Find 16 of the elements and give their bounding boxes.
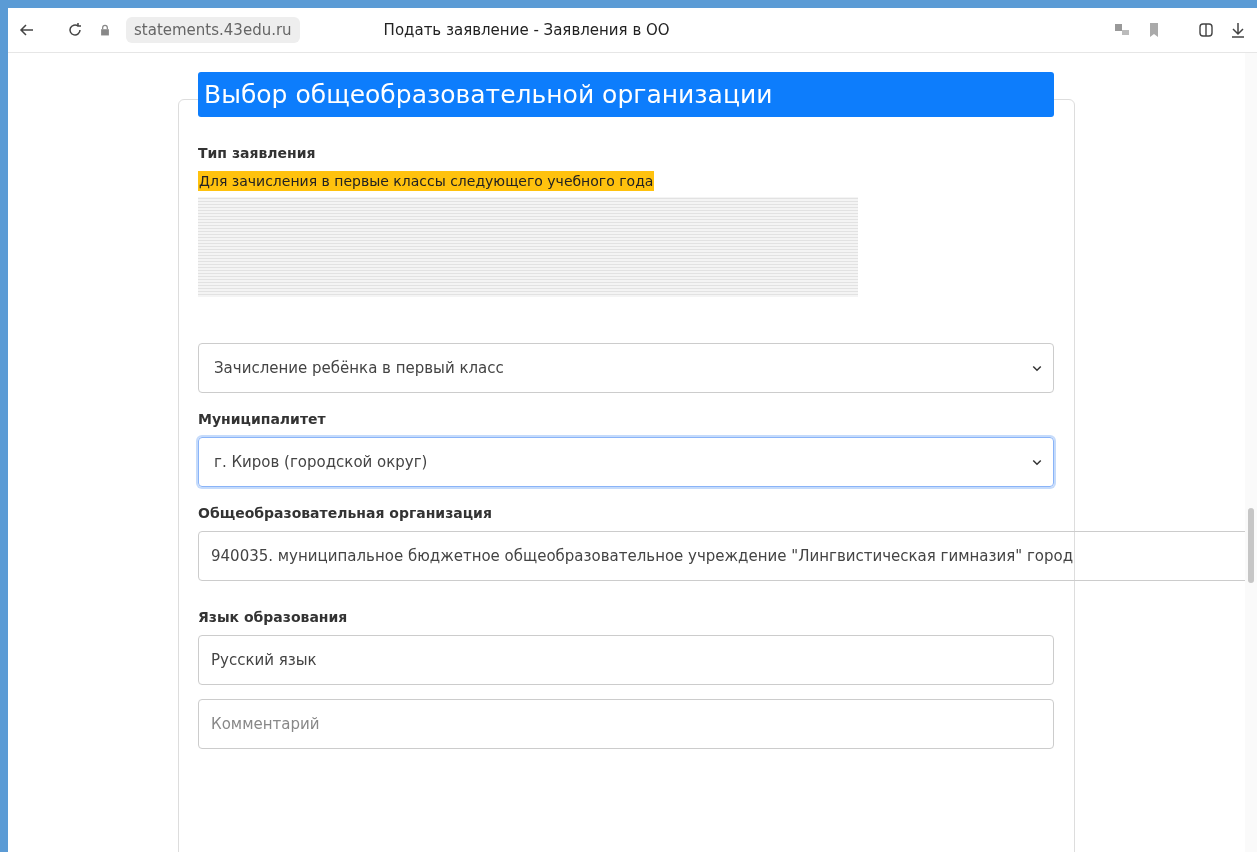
field-label: Общеобразовательная организация	[198, 505, 493, 521]
kind-select[interactable]: Зачисление ребёнка в первый класс	[198, 343, 1054, 393]
form-heading: Выбор общеобразовательной организации	[198, 72, 1054, 117]
field-label: Язык образования	[198, 609, 349, 625]
comment-field[interactable]: Комментарий	[198, 699, 1054, 749]
field-label: Муниципалитет	[198, 411, 327, 427]
application-type: Для зачисления в первые классы следующего учебного года	[198, 171, 655, 191]
address-bar[interactable]: statements.43edu.ru	[126, 17, 300, 43]
reader-icon[interactable]	[1197, 21, 1215, 39]
municipality-select[interactable]: г. Киров (городской округ)	[198, 437, 1054, 487]
download-icon[interactable]	[1229, 21, 1247, 39]
scrollbar[interactable]	[1245, 53, 1257, 852]
language-field[interactable]: Русский язык	[198, 635, 1054, 685]
reload-icon[interactable]	[66, 21, 84, 39]
page-title: Подать заявление - Заявления в ОО	[383, 21, 671, 39]
field-label: Тип заявления	[198, 145, 317, 161]
